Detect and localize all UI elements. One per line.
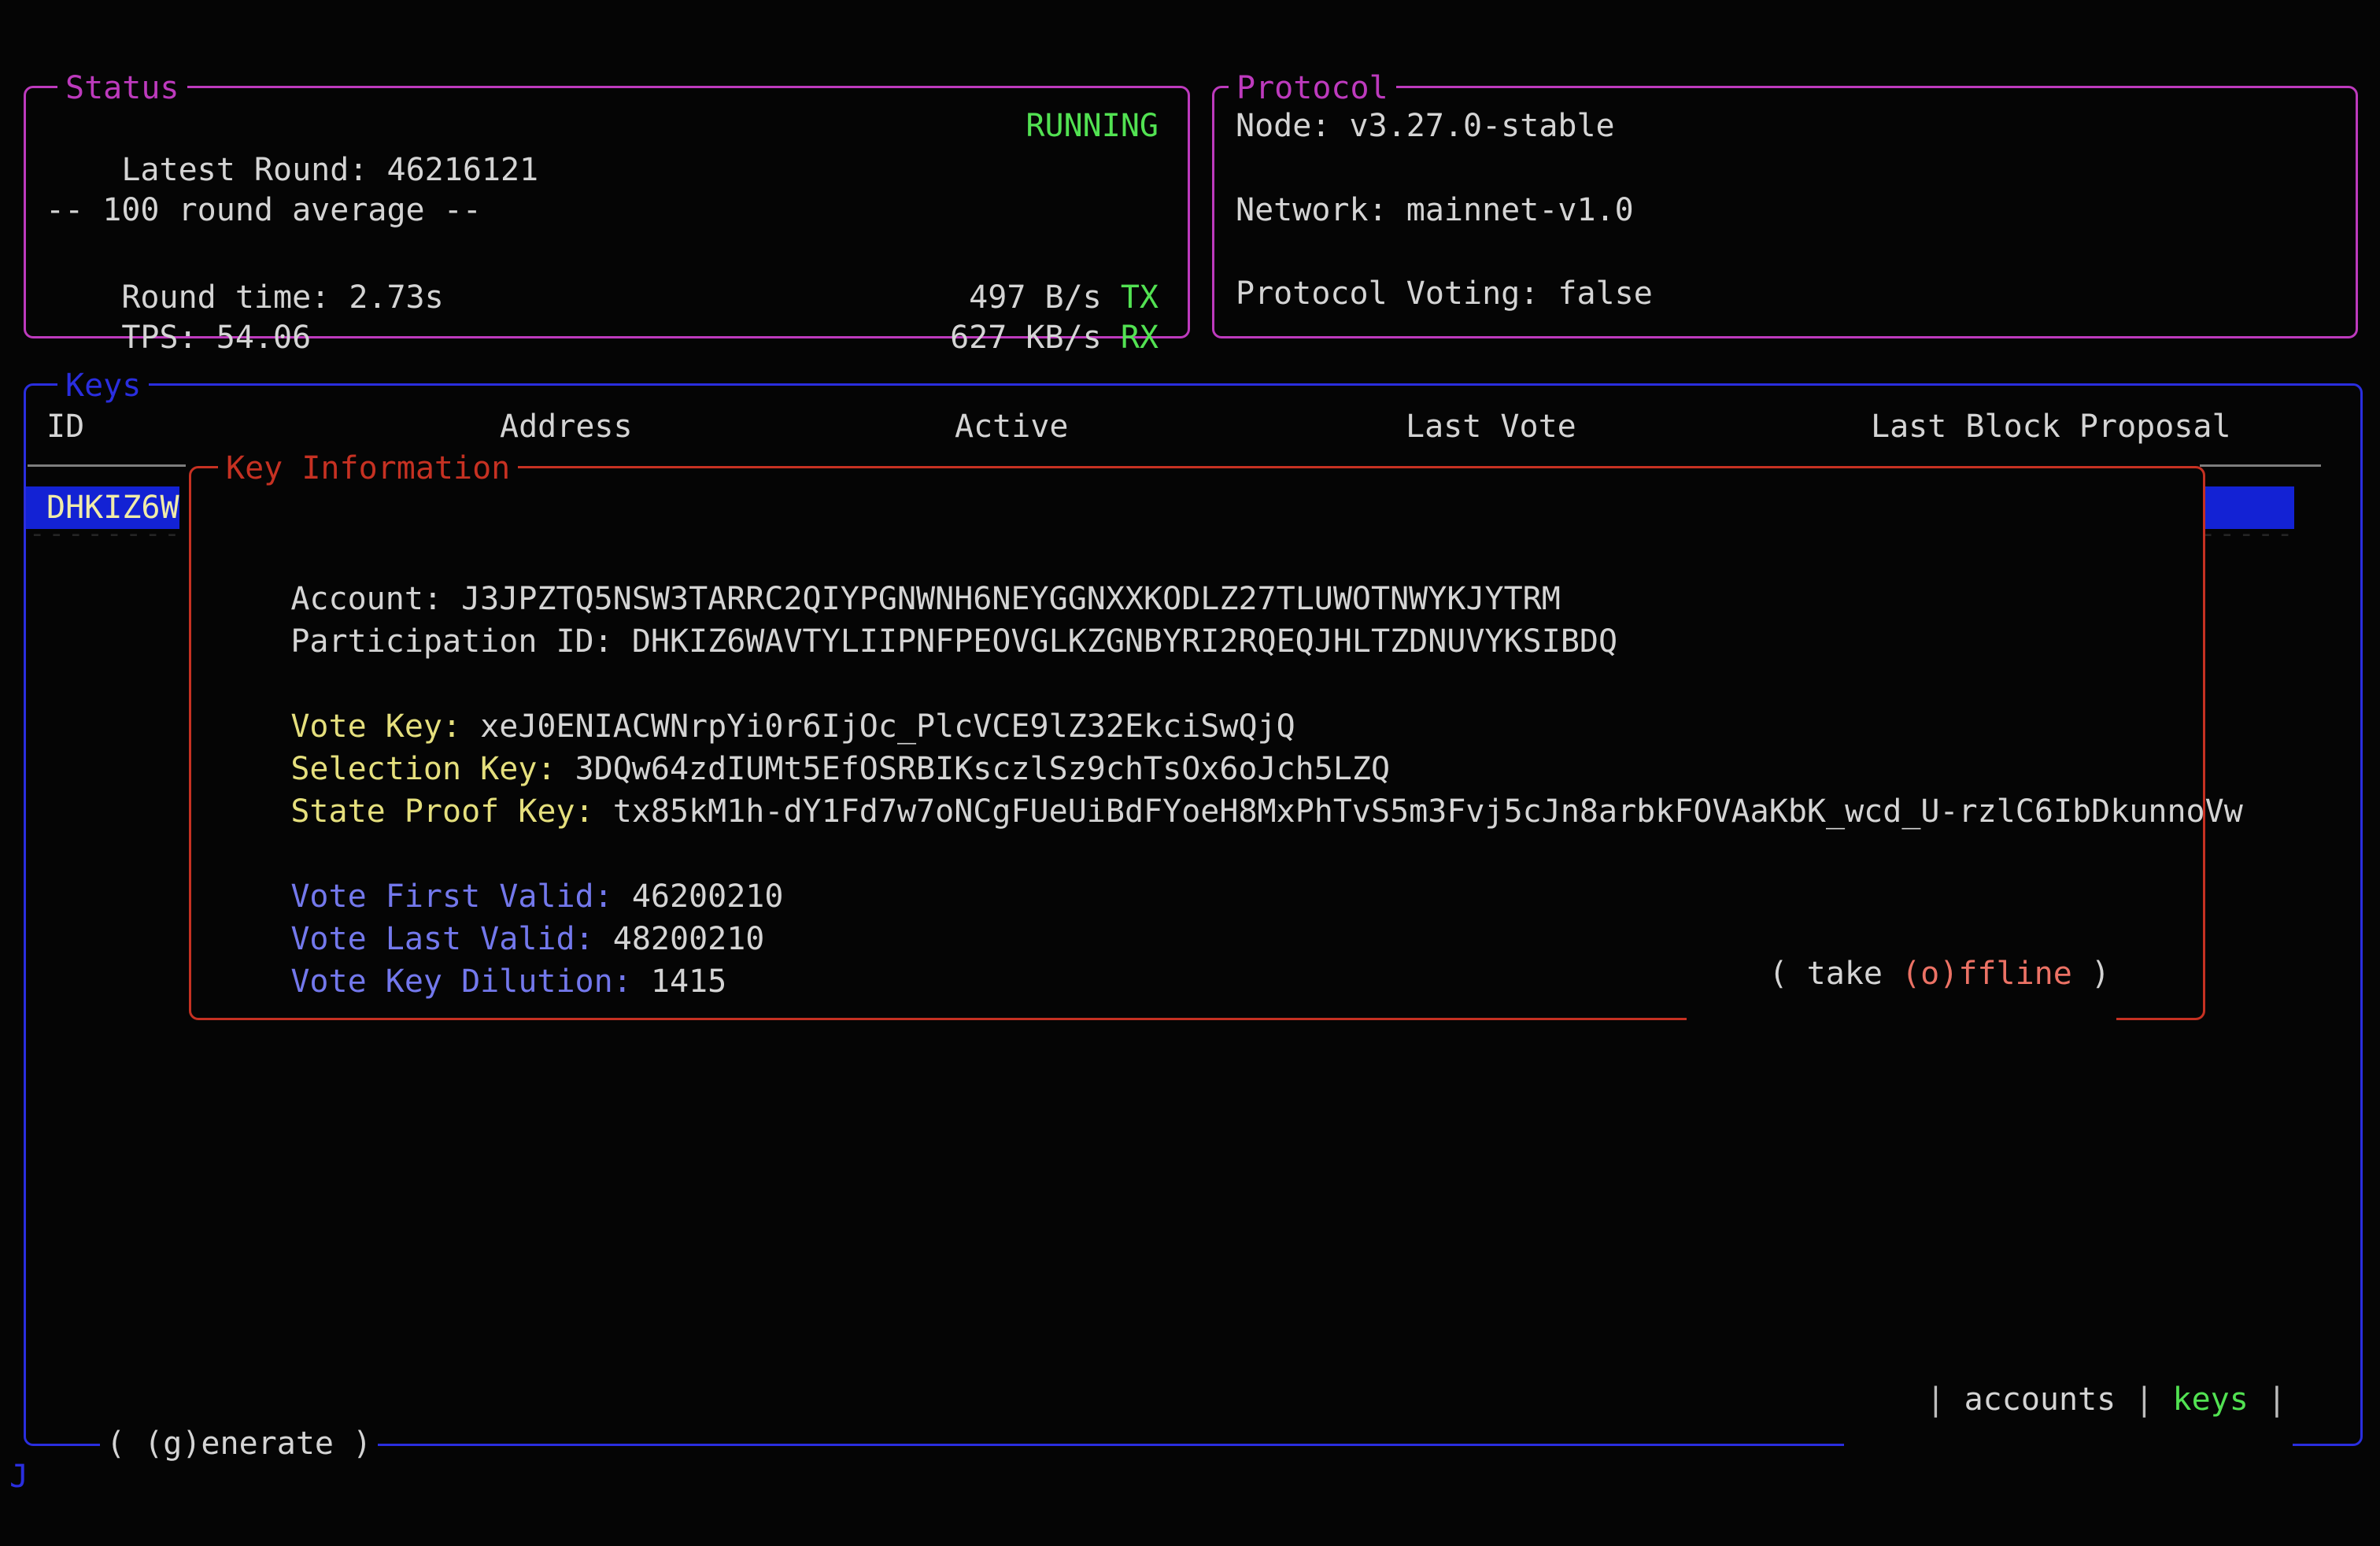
key-information-title: Key Information (218, 446, 518, 490)
column-header-id: ID (46, 405, 84, 449)
generate-button[interactable]: ( (g)enerate ) (100, 1422, 378, 1466)
protocol-voting: Protocol Voting: false (1236, 272, 1653, 316)
take-offline-accent: (o)ffline (1901, 956, 2072, 992)
dim-row-fragment-left: ------------- (29, 529, 183, 538)
tab-separator-close: | (2249, 1381, 2286, 1418)
tab-separator-mid: | (2116, 1381, 2172, 1418)
tps-value: 54.06 (216, 320, 311, 356)
rx-label: RX (1121, 320, 1159, 356)
vote-key-dilution-label: Vote Key Dilution: (290, 963, 651, 1000)
round-time-value: 2.73s (349, 279, 443, 316)
participation-id-label: Participation ID: (290, 623, 631, 660)
run-state-badge: RUNNING (1026, 104, 1159, 148)
header-separator-right (2200, 464, 2321, 467)
tab-accounts[interactable]: accounts (1964, 1381, 2116, 1418)
state-proof-key-value: tx85kM1h-dY1Fd7w7oNCgFUeUiBdFYoeH8MxPhTv… (613, 793, 2243, 830)
participation-id-value: DHKIZ6WAVTYLIIPNFPEOVGLKZGNBYRI2RQEQJHLT… (632, 623, 1617, 660)
tab-separator-open: | (1926, 1381, 1964, 1418)
terminal-screen: { "colors": { "magenta": "#bd3abd", "blu… (0, 0, 2380, 1546)
network-name: Network: mainnet-v1.0 (1236, 188, 1634, 232)
node-version: Node: v3.27.0-stable (1236, 104, 1615, 148)
tab-keys[interactable]: keys (2173, 1381, 2249, 1418)
latest-round-label: Latest Round: (121, 152, 386, 188)
column-header-last-vote: Last Vote (1406, 405, 1576, 449)
keys-panel-title: Keys (57, 364, 149, 408)
column-header-address: Address (500, 405, 633, 449)
tps-label: TPS: (121, 320, 216, 356)
table-row-selected-id-cell[interactable]: DHKIZ6W (26, 486, 179, 529)
column-header-active: Active (955, 405, 1069, 449)
table-row-selected-right-cell[interactable] (2200, 486, 2294, 529)
take-offline-suffix: ) (2072, 956, 2110, 992)
average-header: -- 100 round average -- (46, 188, 482, 232)
column-header-last-block-proposal: Last Block Proposal (1871, 405, 2231, 449)
dim-row-fragment-right: -------- (2200, 529, 2294, 538)
rx-rate-value: 627 KB/s (950, 320, 1121, 356)
stray-terminal-char: J (9, 1455, 28, 1499)
protocol-panel: Protocol Node: v3.27.0-stable Network: m… (1212, 86, 2358, 338)
key-information-panel: Key Information Account: J3JPZTQ5NSW3TAR… (189, 466, 2205, 1020)
vote-key-dilution-line: Vote Key Dilution: 1415 (215, 915, 726, 1048)
vote-key-dilution-value: 1415 (651, 963, 726, 1000)
take-offline-prefix: ( take (1769, 956, 1902, 992)
state-proof-key-label: State Proof Key: (290, 793, 612, 830)
view-tabs: | accounts | keys | (1844, 1333, 2293, 1466)
take-offline-button[interactable]: ( take (o)ffline ) (1687, 908, 2116, 1040)
latest-round-value: 46216121 (386, 152, 538, 188)
header-separator-left (28, 464, 186, 467)
status-panel: Status Latest Round: 46216121 RUNNING --… (24, 86, 1190, 338)
